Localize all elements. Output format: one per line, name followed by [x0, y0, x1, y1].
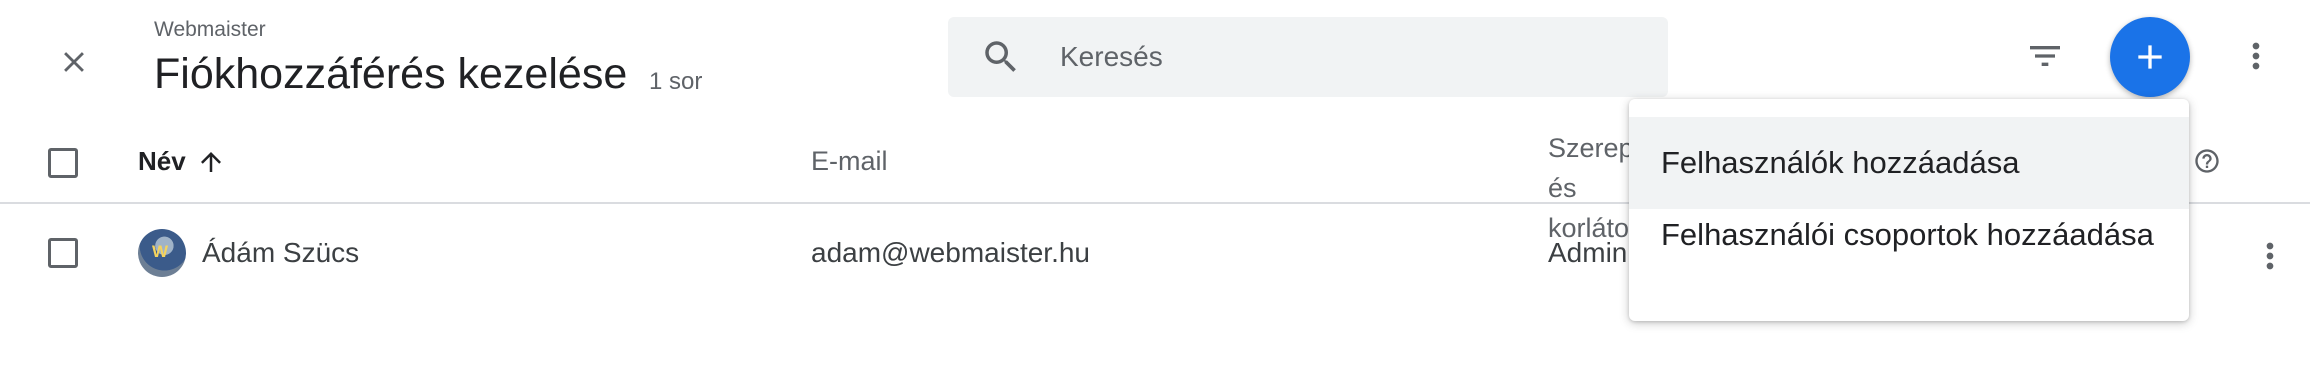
avatar: W — [138, 229, 186, 277]
close-button[interactable] — [44, 32, 104, 92]
close-icon — [64, 52, 84, 72]
column-header-name[interactable]: Név — [138, 146, 226, 177]
plus-icon — [2138, 45, 2162, 69]
menu-item-add-users[interactable]: Felhasználók hozzáadása — [1629, 117, 2189, 209]
menu-item-add-user-groups[interactable]: Felhasználói csoportok hozzáadása — [1629, 211, 2189, 307]
filter-icon — [2030, 46, 2060, 66]
search-icon — [980, 36, 1022, 78]
more-vert-icon — [2266, 242, 2274, 270]
add-button[interactable] — [2110, 17, 2190, 97]
add-menu: Felhasználók hozzáadása Felhasználói cso… — [1629, 99, 2189, 321]
search-box[interactable] — [948, 17, 1668, 97]
search-input[interactable] — [1060, 17, 1640, 97]
row-more-button[interactable] — [2244, 230, 2296, 282]
row-checkbox[interactable] — [48, 238, 78, 268]
more-vert-icon — [2252, 42, 2260, 70]
column-header-email[interactable]: E-mail — [811, 146, 888, 177]
select-all-checkbox[interactable] — [48, 148, 78, 178]
arrow-up-icon — [200, 151, 221, 172]
more-options-button[interactable] — [2230, 30, 2282, 82]
column-name-label: Név — [138, 146, 186, 176]
user-name[interactable]: Ádám Szücs — [202, 237, 359, 269]
filter-button[interactable] — [2019, 30, 2071, 82]
page-title: Fiókhozzáférés kezelése — [154, 50, 628, 98]
account-subtitle: Webmaister — [154, 18, 266, 41]
help-icon[interactable] — [2193, 147, 2221, 175]
user-email: adam@webmaister.hu — [811, 237, 1091, 268]
user-role: Admin — [1548, 237, 1628, 268]
row-count: 1 sor — [649, 68, 703, 95]
